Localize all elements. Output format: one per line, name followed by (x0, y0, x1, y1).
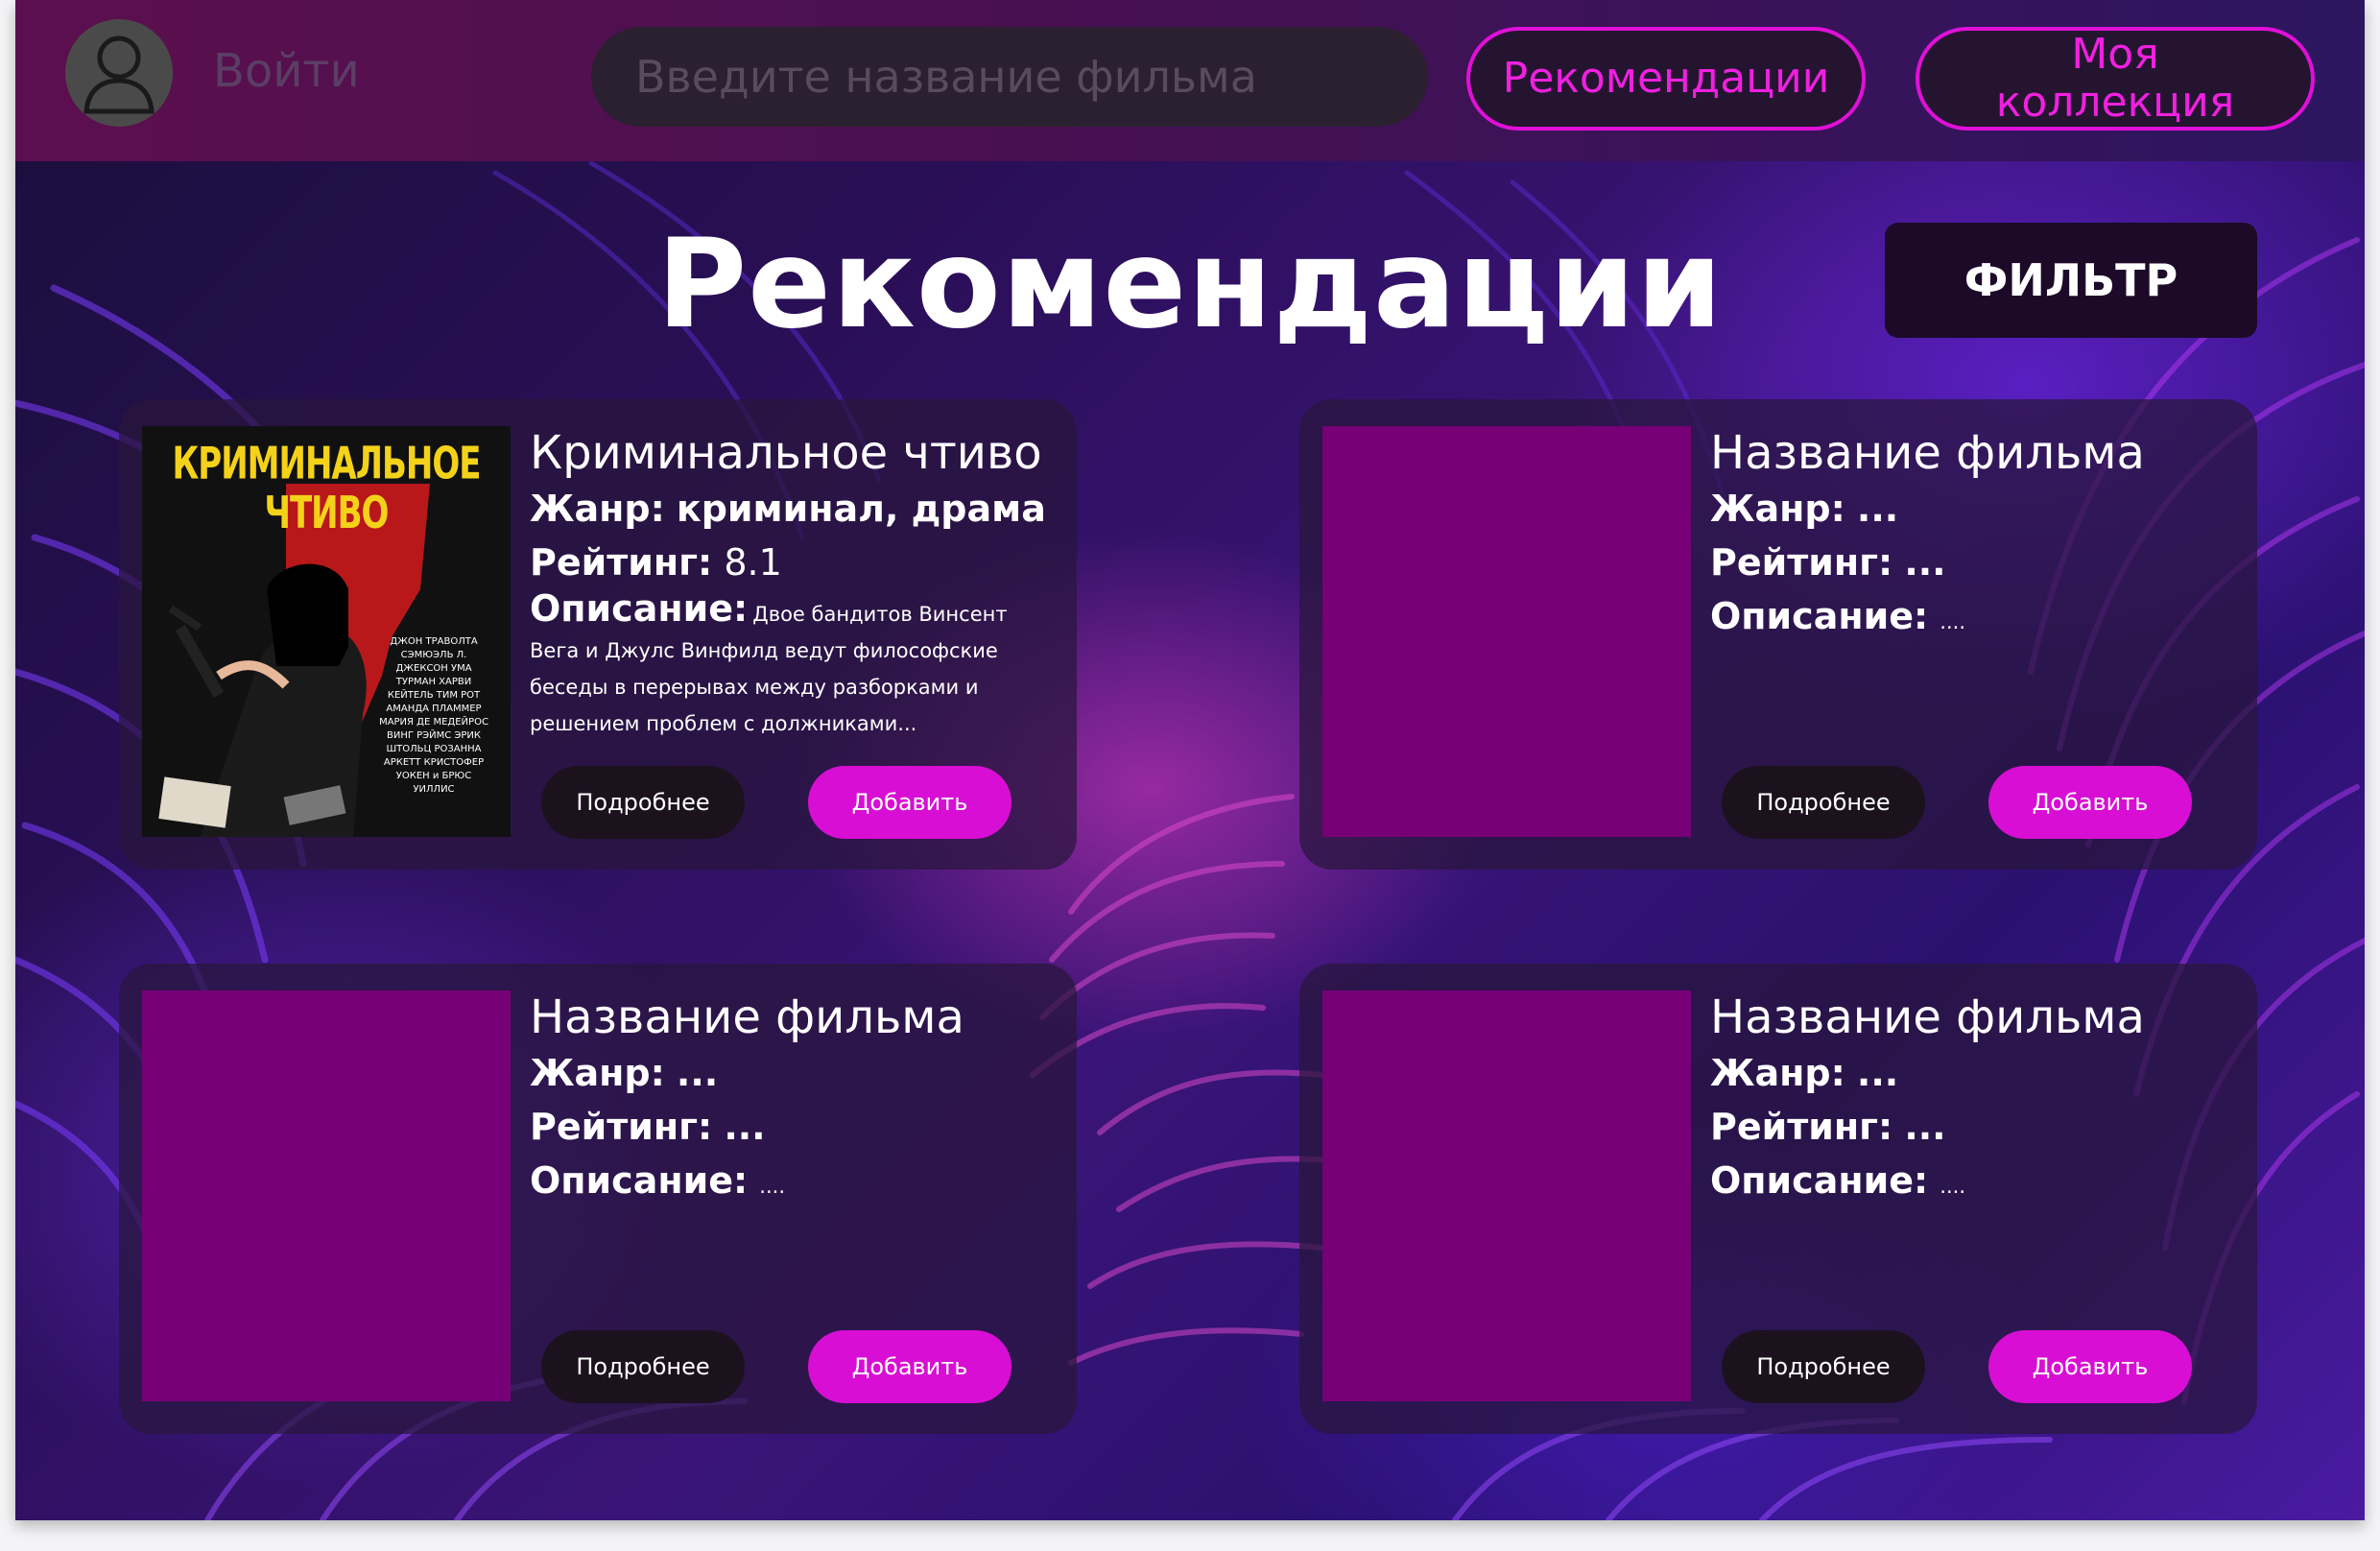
movie-title: Криминальное чтиво (530, 426, 1042, 480)
movie-genre: Жанр: ... (1710, 1046, 2236, 1100)
movie-card: КРИМИНАЛЬНОЕ ЧТИВО ДЖОН ТРАВОЛТА СЭМЮЭЛЬ… (119, 399, 1077, 870)
movie-description: Описание: .... (1710, 589, 2236, 643)
genre-value: криминал, драма (676, 488, 1046, 530)
rating-value: ... (1904, 541, 1946, 584)
movie-poster-placeholder (1322, 990, 1691, 1401)
rating-label: Рейтинг: (530, 541, 713, 584)
description-label: Описание: (530, 587, 749, 630)
description-value: .... (759, 1175, 785, 1198)
rating-value: ... (724, 1106, 766, 1148)
movie-description: Описание: Двое бандитов Винсент Вега и Д… (530, 590, 1056, 743)
movie-poster-placeholder (1322, 426, 1691, 837)
movie-description: Описание: .... (1710, 1154, 2236, 1207)
movie-description: Описание: .... (530, 1154, 1056, 1207)
poster-title: КРИМИНАЛЬНОЕ ЧТИВО (172, 438, 482, 539)
movie-rating: Рейтинг: 8.1 (530, 536, 1056, 589)
login-link[interactable]: Войти (213, 44, 360, 98)
my-collection-nav-button[interactable]: Моя коллекция (1916, 27, 2315, 131)
details-button[interactable]: Подробнее (541, 766, 745, 839)
movie-genre: Жанр: ... (1710, 482, 2236, 536)
movie-poster-placeholder (142, 990, 511, 1401)
rating-label: Рейтинг: (1710, 541, 1893, 584)
user-avatar-icon[interactable] (65, 19, 173, 127)
genre-value: ... (676, 1052, 719, 1094)
rating-label: Рейтинг: (530, 1106, 713, 1148)
movie-card: Название фильма Жанр: ... Рейтинг: ... О… (1299, 399, 2257, 870)
movie-info: Название фильма Жанр: ... Рейтинг: ... О… (530, 989, 1056, 1207)
movie-genre: Жанр: криминал, драма (530, 482, 1056, 536)
rating-value: ... (1904, 1106, 1946, 1148)
details-button[interactable]: Подробнее (1722, 766, 1925, 839)
add-button[interactable]: Добавить (808, 1330, 1012, 1403)
movie-rating: Рейтинг: ... (530, 1100, 1056, 1154)
movie-title: Название фильма (530, 990, 964, 1044)
movie-title: Название фильма (1710, 990, 2145, 1044)
recommendations-nav-button[interactable]: Рекомендации (1466, 27, 1866, 131)
rating-label: Рейтинг: (1710, 1106, 1893, 1148)
top-navigation-bar: Войти Рекомендации Моя коллекция (15, 0, 2365, 161)
genre-label: Жанр: (1710, 1052, 1845, 1094)
movie-info: Название фильма Жанр: ... Рейтинг: ... О… (1710, 989, 2236, 1207)
movie-genre: Жанр: ... (530, 1046, 1056, 1100)
genre-label: Жанр: (530, 1052, 665, 1094)
genre-label: Жанр: (530, 488, 665, 530)
add-button[interactable]: Добавить (1988, 1330, 2192, 1403)
description-label: Описание: (530, 1159, 749, 1202)
movie-card: Название фильма Жанр: ... Рейтинг: ... О… (1299, 964, 2257, 1434)
description-label: Описание: (1710, 1159, 1929, 1202)
movie-rating: Рейтинг: ... (1710, 536, 2236, 589)
movie-info: Криминальное чтиво Жанр: криминал, драма… (530, 424, 1056, 743)
description-value: .... (1940, 610, 1965, 633)
movie-info: Название фильма Жанр: ... Рейтинг: ... О… (1710, 424, 2236, 643)
movie-search-input[interactable] (591, 27, 1428, 127)
movie-card: Название фильма Жанр: ... Рейтинг: ... О… (119, 964, 1077, 1434)
genre-value: ... (1856, 488, 1899, 530)
description-value: .... (1940, 1175, 1965, 1198)
genre-value: ... (1856, 1052, 1899, 1094)
genre-label: Жанр: (1710, 488, 1845, 530)
add-button[interactable]: Добавить (808, 766, 1012, 839)
details-button[interactable]: Подробнее (1722, 1330, 1925, 1403)
filter-button[interactable]: ФИЛЬТР (1885, 223, 2257, 338)
movie-title: Название фильма (1710, 426, 2145, 480)
description-label: Описание: (1710, 595, 1929, 637)
movie-poster: КРИМИНАЛЬНОЕ ЧТИВО ДЖОН ТРАВОЛТА СЭМЮЭЛЬ… (142, 426, 511, 837)
app-frame: Войти Рекомендации Моя коллекция Рекомен… (15, 0, 2365, 1520)
rating-value: 8.1 (724, 541, 782, 584)
add-button[interactable]: Добавить (1988, 766, 2192, 839)
movie-rating: Рейтинг: ... (1710, 1100, 2236, 1154)
details-button[interactable]: Подробнее (541, 1330, 745, 1403)
poster-credits: ДЖОН ТРАВОЛТА СЭМЮЭЛЬ Л. ДЖЕКСОН УМА ТУР… (379, 636, 488, 795)
